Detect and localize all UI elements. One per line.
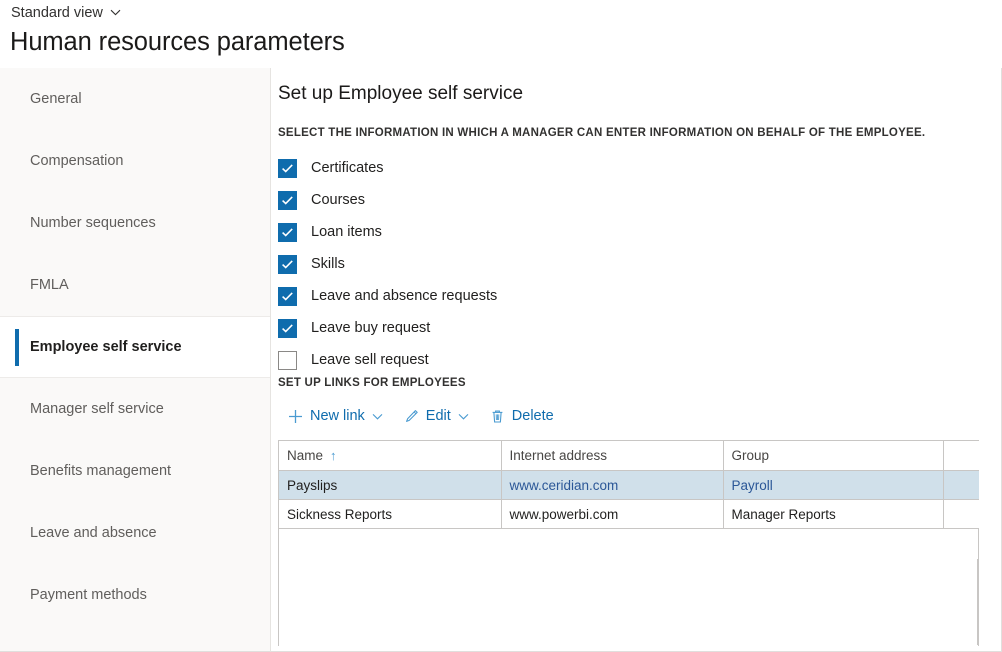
page-title: Human resources parameters [10,26,345,58]
checkbox-checked-icon[interactable] [278,159,297,178]
checkbox-checked-icon[interactable] [278,223,297,242]
sidebar-item-label: Compensation [30,153,124,169]
checkbox-label: Leave buy request [311,319,430,337]
delete-label: Delete [512,407,554,425]
checkbox-checked-icon[interactable] [278,287,297,306]
sidebar-item-leave-and-absence[interactable]: Leave and absence [0,502,270,564]
checkbox-label: Certificates [311,159,384,177]
sidebar-item-compensation[interactable]: Compensation [0,130,270,192]
cell-blank [943,471,979,500]
sidebar-item-benefits-management[interactable]: Benefits management [0,440,270,502]
chevron-down-icon [372,411,383,422]
edit-button[interactable]: Edit [397,401,476,431]
cell-blank [943,500,979,529]
sidebar-item-label: Employee self service [30,339,182,355]
checkbox-row-certificates[interactable]: Certificates [278,152,497,184]
cell-name: Sickness Reports [279,500,501,529]
checkbox-row-leave-sell-request[interactable]: Leave sell request [278,344,497,376]
delete-button[interactable]: Delete [483,401,561,431]
view-selector[interactable]: Standard view [11,4,121,22]
checkbox-row-courses[interactable]: Courses [278,184,497,216]
checkbox-row-loan-items[interactable]: Loan items [278,216,497,248]
sidebar-item-label: Benefits management [30,463,171,479]
new-link-label: New link [310,407,365,425]
column-header-group[interactable]: Group [723,441,943,471]
sidebar-item-label: Leave and absence [30,525,157,541]
table-header-row: Name ↑ Internet address Group [279,441,979,471]
checkbox-label: Skills [311,255,345,273]
column-header-label: Name [287,448,323,463]
grid-toolbar: New link Edit [281,400,561,432]
checkbox-row-leave-and-absence-requests[interactable]: Leave and absence requests [278,280,497,312]
chevron-down-icon [110,7,121,18]
table-row[interactable]: Payslips www.ceridian.com Payroll [279,471,979,500]
sidebar-item-label: Manager self service [30,401,164,417]
cell-name: Payslips [279,471,501,500]
pencil-icon [404,409,419,424]
cell-internet-address[interactable]: www.powerbi.com [501,500,723,529]
view-selector-label: Standard view [11,4,103,22]
sidebar-item-fmla[interactable]: FMLA [0,254,270,316]
sidebar-item-label: General [30,91,82,107]
checkbox-label: Courses [311,191,365,209]
sidebar-item-manager-self-service[interactable]: Manager self service [0,378,270,440]
links-section-label: SET UP LINKS FOR EMPLOYEES [278,376,466,390]
cell-group[interactable]: Manager Reports [723,500,943,529]
human-resources-parameters-page: Standard view Human resources parameters… [0,0,1002,652]
checkbox-list: Certificates Courses Loan items [278,152,497,376]
sidebar-item-general[interactable]: General [0,68,270,130]
body-area: General Compensation Number sequences FM… [0,68,1002,652]
table-row[interactable]: Sickness Reports www.powerbi.com Manager… [279,500,979,529]
column-header-name[interactable]: Name ↑ [279,441,501,471]
section-title: Set up Employee self service [278,82,523,106]
sidebar-item-label: Number sequences [30,215,156,231]
checkbox-unchecked-icon[interactable] [278,351,297,370]
sidebar: General Compensation Number sequences FM… [0,68,271,652]
content-panel: Set up Employee self service SELECT THE … [271,68,1002,652]
sidebar-item-label: Payment methods [30,587,147,603]
edit-label: Edit [426,407,451,425]
sort-ascending-icon: ↑ [330,448,337,463]
sidebar-item-employee-self-service[interactable]: Employee self service [0,316,270,378]
checkbox-checked-icon[interactable] [278,319,297,338]
checkbox-row-skills[interactable]: Skills [278,248,497,280]
links-table: Name ↑ Internet address Group Payslips ww… [279,440,979,529]
checkbox-label: Leave and absence requests [311,287,497,305]
sidebar-item-number-sequences[interactable]: Number sequences [0,192,270,254]
links-grid: Name ↑ Internet address Group Payslips ww… [278,440,979,646]
checkbox-row-leave-buy-request[interactable]: Leave buy request [278,312,497,344]
checkbox-checked-icon[interactable] [278,191,297,210]
column-header-blank [943,441,979,471]
chevron-down-icon [458,411,469,422]
checkbox-label: Leave sell request [311,351,429,369]
info-label: SELECT THE INFORMATION IN WHICH A MANAGE… [278,126,925,140]
cell-internet-address[interactable]: www.ceridian.com [501,471,723,500]
sidebar-item-label: FMLA [30,277,69,293]
plus-icon [288,409,303,424]
checkbox-label: Loan items [311,223,382,241]
trash-icon [490,409,505,424]
grid-empty-area [279,559,978,645]
new-link-button[interactable]: New link [281,401,390,431]
cell-group[interactable]: Payroll [723,471,943,500]
column-header-internet-address[interactable]: Internet address [501,441,723,471]
checkbox-checked-icon[interactable] [278,255,297,274]
sidebar-item-payment-methods[interactable]: Payment methods [0,564,270,626]
